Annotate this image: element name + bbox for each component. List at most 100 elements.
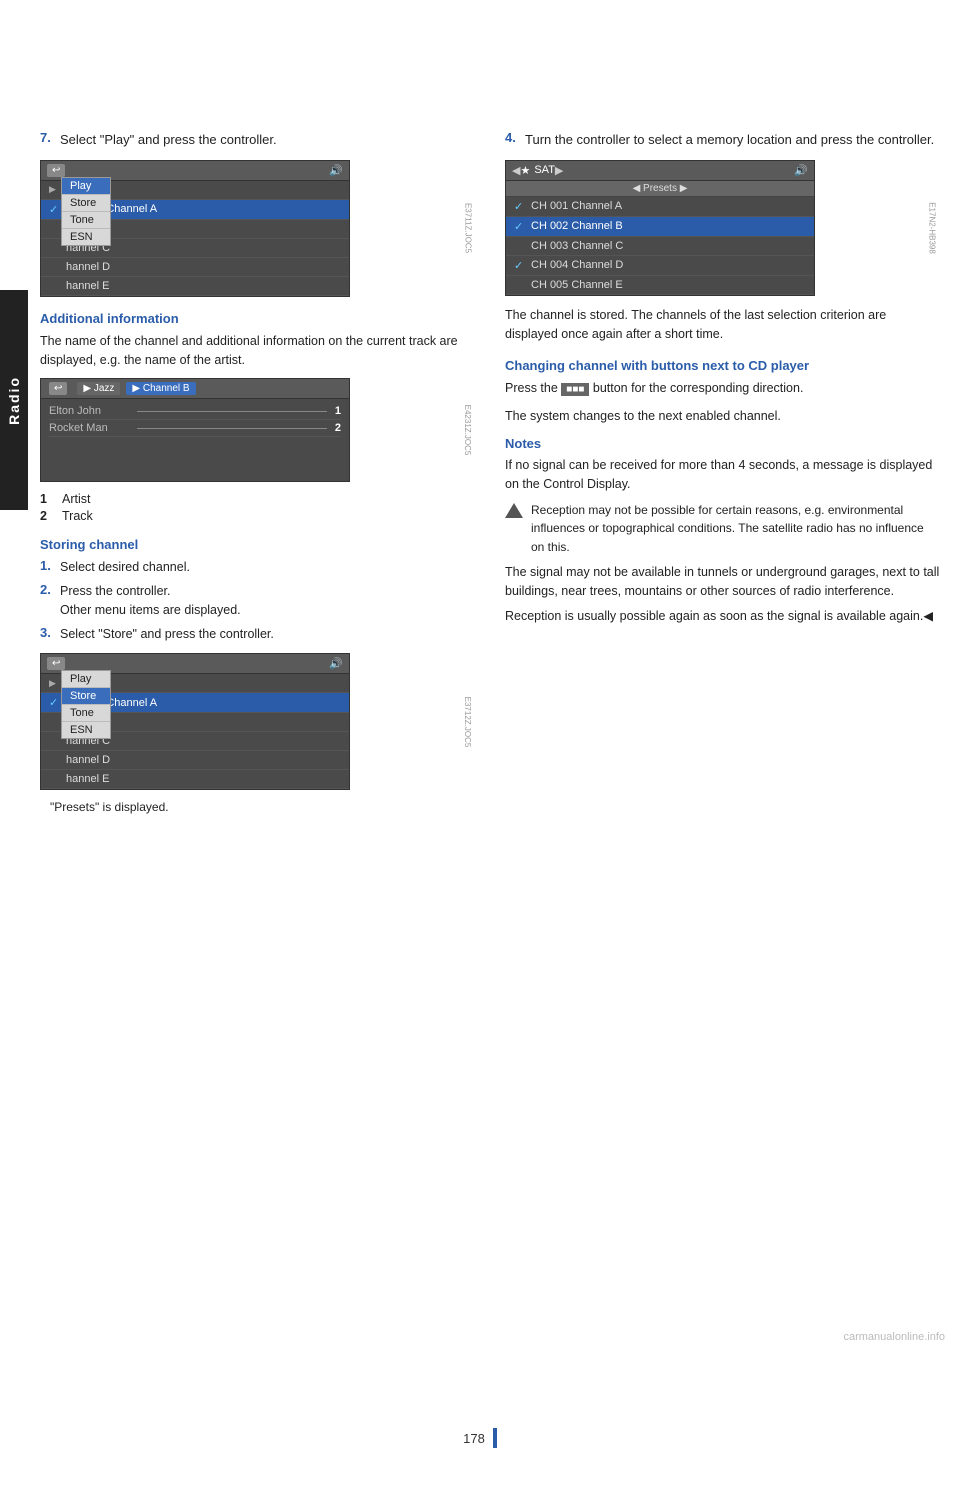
screen4-row2-text: CH 002 Channel B xyxy=(531,220,623,232)
screen4-row4-text: CH 004 Channel D xyxy=(531,259,623,271)
screen4-nav-right: ▶ xyxy=(555,164,563,177)
screen4: ◀ ★ SAT ▶ 🔊 ◀ Presets ▶ ✓ CH 001 Channel… xyxy=(505,160,815,296)
screen2-line1 xyxy=(137,411,327,412)
notes-text-1: If no signal can be received for more th… xyxy=(505,456,940,495)
screen1-menu-store[interactable]: Store xyxy=(62,195,110,212)
screen3: ↩ 🔊 ▶ Jazz ✓ CH 001 Channel A hannel B xyxy=(40,653,350,790)
screen1-menu-play[interactable]: Play xyxy=(62,178,110,195)
screen1-row5: hannel E xyxy=(41,277,349,296)
storing-step-1-text: Select desired channel. xyxy=(60,558,475,577)
screen4-check5 xyxy=(514,279,526,291)
screen3-wrapper: ↩ 🔊 ▶ Jazz ✓ CH 001 Channel A hannel B xyxy=(40,653,475,790)
screen4-wrapper: ◀ ★ SAT ▶ 🔊 ◀ Presets ▶ ✓ CH 001 Channel… xyxy=(505,160,940,296)
storing-steps: 1. Select desired channel. 2. Press the … xyxy=(40,558,475,643)
screen3-row5-text: hannel E xyxy=(66,773,109,785)
screen4-row5-text: CH 005 Channel E xyxy=(531,279,623,291)
screen1-menu-tone[interactable]: Tone xyxy=(62,212,110,229)
screen1-sidenote: E3711Z.JOC5 xyxy=(463,203,472,253)
screen4-star-icon: ★ xyxy=(520,164,530,177)
screen1-row4-text: hannel D xyxy=(66,261,110,273)
screen4-row1-text: CH 001 Channel A xyxy=(531,200,622,212)
additional-info-body: The name of the channel and additional i… xyxy=(40,332,475,371)
step-7-num: 7. xyxy=(40,130,54,150)
screen1-menu-esn[interactable]: ESN xyxy=(62,229,110,245)
screen3-row5: hannel E xyxy=(41,770,349,789)
storing-channel-heading: Storing channel xyxy=(40,537,475,552)
screen3-row4-text: hannel D xyxy=(66,754,110,766)
screen4-sub-header: ◀ Presets ▶ xyxy=(506,181,814,197)
changing-channel-para1: Press the ■■■ button for the correspondi… xyxy=(505,379,940,398)
screen1-back[interactable]: ↩ xyxy=(47,164,65,177)
screen3-back[interactable]: ↩ xyxy=(47,657,65,670)
screen1-menu: Play Store Tone ESN xyxy=(61,177,111,246)
num-list-num-1: 1 xyxy=(40,492,54,506)
screen4-sidenote: E17N2-HB398 xyxy=(928,202,937,254)
screen2: ↩ ▶ Jazz ▶ Channel B Elton John 1 Rocket… xyxy=(40,378,350,482)
screen1-check4 xyxy=(49,261,61,273)
screen2-row1: Elton John 1 xyxy=(49,403,341,420)
screen1-row4: hannel D xyxy=(41,258,349,277)
note-triangle-block: Reception may not be possible for certai… xyxy=(505,501,940,557)
screen3-check1: ✓ xyxy=(49,696,61,709)
page-bar: 178 xyxy=(0,1428,960,1448)
screen4-row1: ✓ CH 001 Channel A xyxy=(506,197,814,217)
screen4-row5: CH 005 Channel E xyxy=(506,276,814,295)
side-tab-label: Radio xyxy=(6,376,22,425)
screen2-track-label: Rocket Man xyxy=(49,422,129,434)
screen4-check1: ✓ xyxy=(514,200,526,213)
storing-step-2-text: Press the controller.Other menu items ar… xyxy=(60,582,475,620)
additional-info-heading: Additional information xyxy=(40,311,475,326)
step-7-text: Select "Play" and press the controller. xyxy=(60,130,475,150)
screen3-check5 xyxy=(49,773,61,785)
step-4: 4. Turn the controller to select a memor… xyxy=(505,130,940,150)
screen2-artist-label: Elton John xyxy=(49,405,129,417)
num-list-item-1: 1 Artist xyxy=(40,492,475,506)
left-column: 7. Select "Play" and press the controlle… xyxy=(40,130,475,814)
screen2-sidenote: E4231Z.JOC5 xyxy=(463,405,472,456)
screen4-icon: 🔊 xyxy=(794,164,808,177)
side-tab: Radio xyxy=(0,290,28,510)
storing-step-3: 3. Select "Store" and press the controll… xyxy=(40,625,475,644)
screen3-menu-play[interactable]: Play xyxy=(62,671,110,688)
storing-step-1-num: 1. xyxy=(40,558,54,577)
changing-channel-heading: Changing channel with buttons next to CD… xyxy=(505,358,940,373)
screen4-check2: ✓ xyxy=(514,220,526,233)
screen2-back[interactable]: ↩ xyxy=(49,382,67,395)
num-list-label-2: Track xyxy=(62,509,93,523)
right-column: 4. Turn the controller to select a memor… xyxy=(505,130,940,814)
screen2-num1: 1 xyxy=(335,405,341,417)
num-list-num-2: 2 xyxy=(40,509,54,523)
storing-step-2: 2. Press the controller.Other menu items… xyxy=(40,582,475,620)
screen3-menu: Play Store Tone ESN xyxy=(61,670,111,739)
screen3-menu-store[interactable]: Store xyxy=(62,688,110,705)
screen4-row4: ✓ CH 004 Channel D xyxy=(506,256,814,276)
screen3-menu-tone[interactable]: Tone xyxy=(62,705,110,722)
storing-step-3-text: Select "Store" and press the controller. xyxy=(60,625,475,644)
screen1-icon: 🔊 xyxy=(329,164,343,177)
step-7: 7. Select "Play" and press the controlle… xyxy=(40,130,475,150)
screen1-check5 xyxy=(49,280,61,292)
caption: "Presets" is displayed. xyxy=(50,800,475,814)
screen1-wrapper: ↩ 🔊 ▶ Jazz ✓ CH 001 Channel A hannel B xyxy=(40,160,475,297)
screen3-play-icon: ▶ xyxy=(49,678,59,689)
screen3-check3 xyxy=(49,735,61,747)
screen2-channel-label: ▶ Channel B xyxy=(126,382,195,395)
screen2-line2 xyxy=(137,428,327,429)
screen1-check1: ✓ xyxy=(49,203,61,216)
notes-heading: Notes xyxy=(505,436,940,451)
step-4-num: 4. xyxy=(505,130,519,150)
screen2-row2: Rocket Man 2 xyxy=(49,420,341,437)
screen2-rows: Elton John 1 Rocket Man 2 xyxy=(41,399,349,481)
screen4-row3-text: CH 003 Channel C xyxy=(531,240,623,252)
screen3-menu-esn[interactable]: ESN xyxy=(62,722,110,738)
screen3-check2 xyxy=(49,716,61,728)
screen3-row4: hannel D xyxy=(41,751,349,770)
screen4-sat-label: ★ SAT xyxy=(520,164,554,177)
screen1-check3 xyxy=(49,242,61,254)
triangle-icon xyxy=(505,503,523,518)
screen1-check2 xyxy=(49,223,61,235)
screen2-header: ↩ ▶ Jazz ▶ Channel B xyxy=(41,379,349,399)
screen2-jazz-label: ▶ Jazz xyxy=(77,382,120,395)
screen4-nav-left: ◀ xyxy=(512,164,520,177)
num-list-item-2: 2 Track xyxy=(40,509,475,523)
